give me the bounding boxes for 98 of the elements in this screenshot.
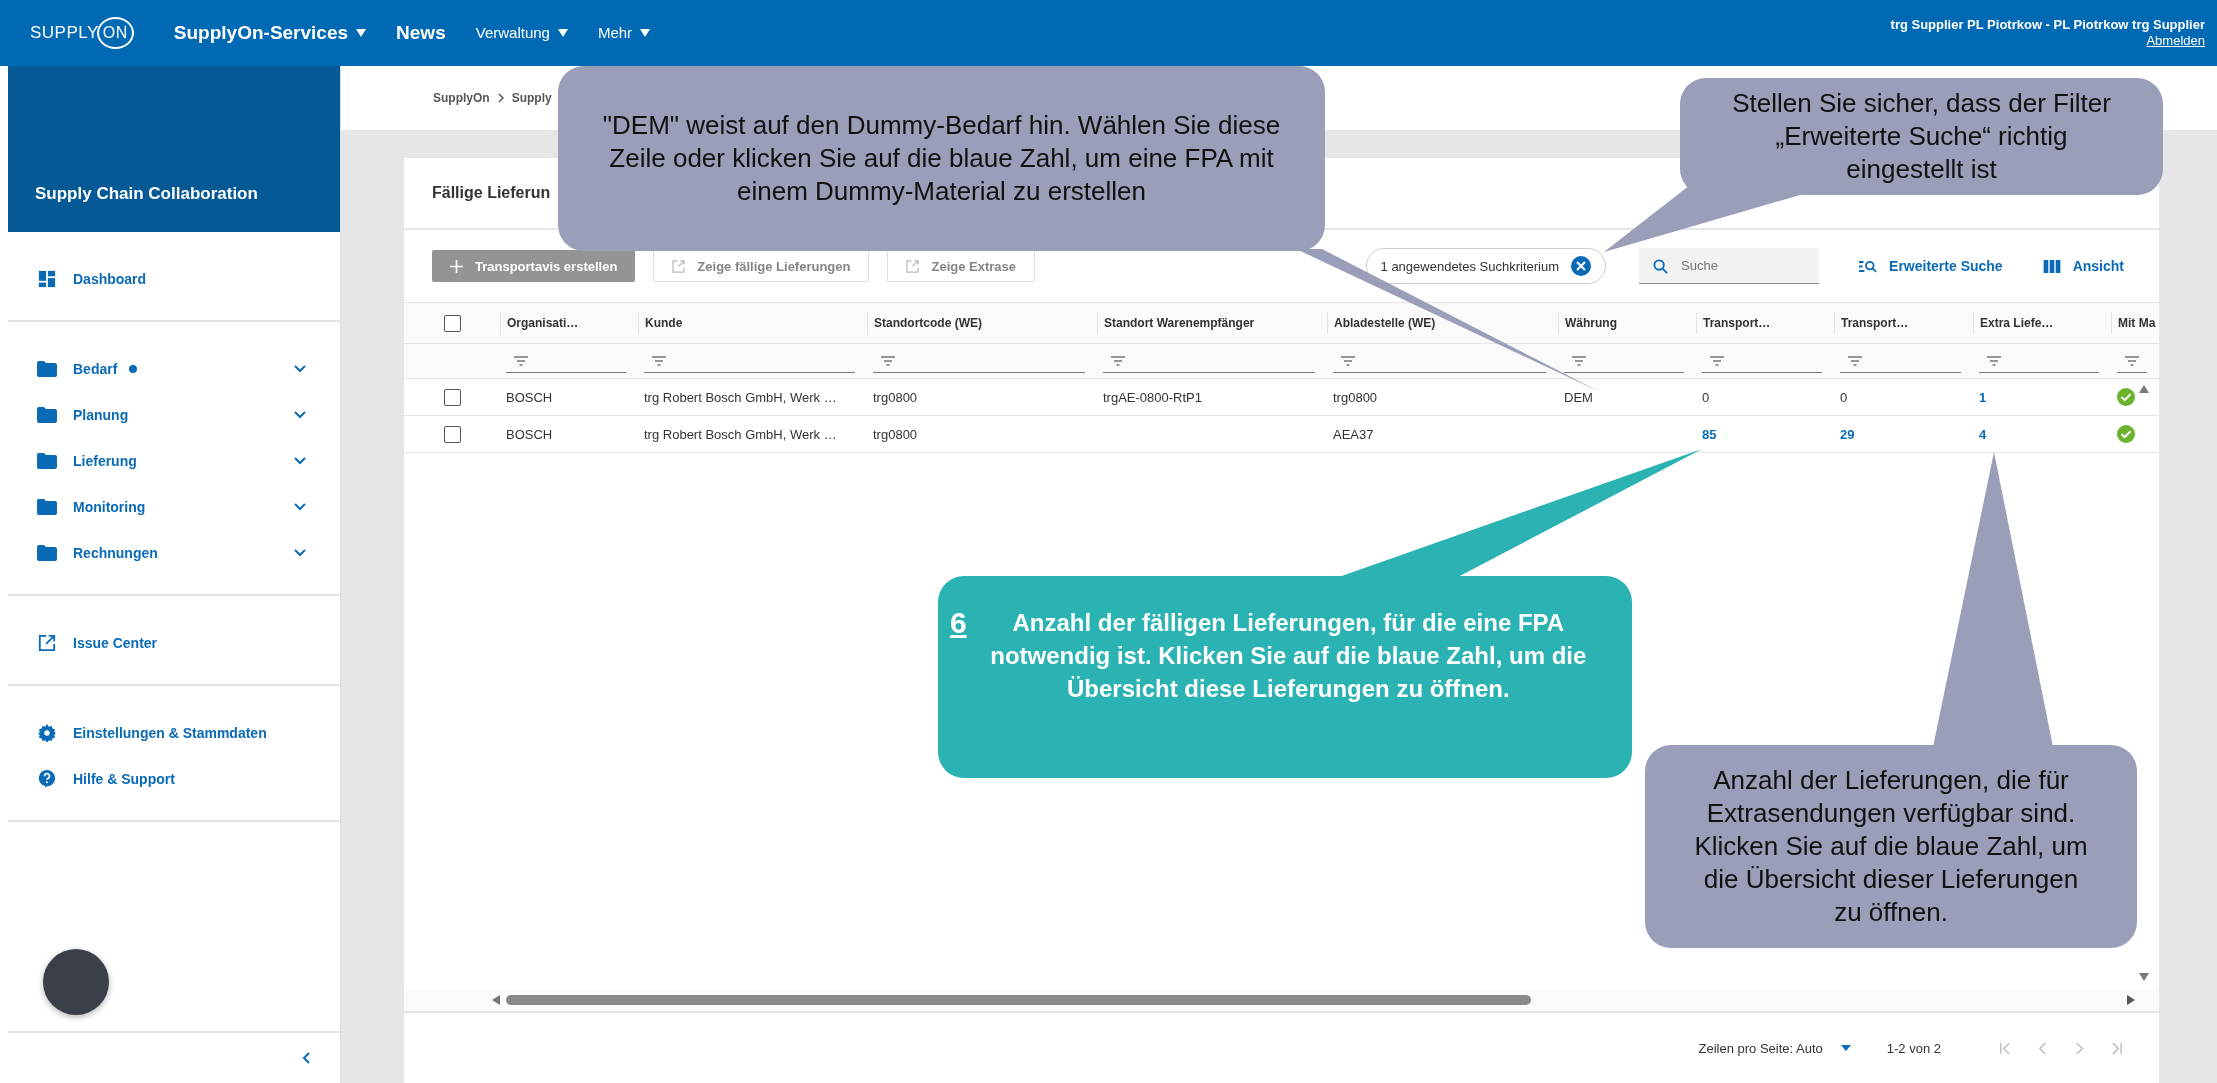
search-field[interactable]: Suche: [1639, 248, 1820, 284]
collapse-icon[interactable]: [302, 1052, 310, 1064]
toolbar-action[interactable]: Ansicht: [2042, 258, 2124, 274]
toolbar-action[interactable]: Erweiterte Suche: [1859, 258, 2003, 274]
folder-icon: [37, 406, 57, 424]
table-cell: trg0800: [1333, 389, 1378, 405]
logo[interactable]: SUPPLY ON: [30, 17, 134, 49]
filter-icon: [514, 355, 528, 366]
sidebar-item[interactable]: Hilfe & Support: [8, 756, 340, 802]
scroll-left-arrow-icon[interactable]: [492, 995, 500, 1005]
filter-icon: [881, 355, 895, 366]
menu-item[interactable]: News: [396, 19, 446, 47]
search-icon: [1653, 259, 1669, 274]
column-header[interactable]: Standort Warenempfänger: [1097, 312, 1327, 334]
table-cell: 0: [1702, 389, 1710, 405]
column-header[interactable]: Mit Ma: [2111, 312, 2159, 334]
table-cell: trg0800: [873, 389, 918, 405]
table-cell: AEA37: [1333, 426, 1374, 442]
count-link[interactable]: 4: [1979, 426, 1987, 442]
caret-icon: [557, 29, 568, 37]
sidebar-item[interactable]: Dashboard: [8, 256, 340, 302]
sidebar-title: Supply Chain Collaboration: [35, 184, 258, 204]
count-link[interactable]: 85: [1702, 426, 1717, 442]
user-name: trg Supplier PL Piotrkow - PL Piotrkow trg Supplier: [1890, 17, 2205, 33]
chevron-icon: [497, 93, 504, 103]
filter-icon: [1572, 355, 1586, 366]
sidebar-item[interactable]: Bedarf: [8, 346, 340, 392]
table-cell: trg0800: [873, 426, 918, 442]
avatar[interactable]: [43, 949, 109, 1015]
search-icon: [1859, 259, 1878, 273]
menu-item[interactable]: Mehr: [597, 19, 651, 47]
scroll-up-arrow-icon[interactable]: [2139, 385, 2149, 393]
column-header[interactable]: Transport…: [1696, 312, 1834, 334]
sidebar-item[interactable]: Planung: [8, 392, 340, 438]
filter-icon: [1710, 355, 1724, 366]
external-link-icon: [906, 259, 920, 273]
folder-icon: [37, 452, 57, 470]
table-row[interactable]: BOSCH trg Robert Bosch GmbH, Werk … trg0800 AEA37 85 29 4: [404, 416, 2159, 453]
count-link[interactable]: 29: [1840, 426, 1855, 442]
rows-per-page-label: Zeilen pro Seite: Auto: [1698, 1040, 1823, 1056]
menu-item[interactable]: SupplyOn-Services: [173, 19, 367, 47]
column-header[interactable]: Organisati…: [500, 312, 638, 334]
column-header[interactable]: Kunde: [638, 312, 867, 334]
table-cell: BOSCH: [506, 389, 553, 405]
columns-icon: [2042, 259, 2061, 273]
chip-label: 1 angewendetes Suchkriterium: [1380, 258, 1560, 274]
help-icon: [37, 770, 57, 788]
filter-icon: [1111, 355, 1125, 366]
page-range: 1-2 von 2: [1886, 1040, 1941, 1056]
sidebar-item[interactable]: Lieferung: [8, 438, 340, 484]
folder-icon: [37, 498, 57, 516]
row-checkbox[interactable]: [443, 388, 461, 406]
breadcrumb-link[interactable]: Supply: [511, 91, 552, 105]
scroll-right-arrow-icon[interactable]: [2127, 995, 2135, 1005]
column-header[interactable]: Extra Liefe…: [1973, 312, 2111, 334]
external-link-icon: [37, 634, 57, 652]
table-cell: trg Robert Bosch GmbH, Werk …: [644, 389, 837, 405]
filter-icon: [2125, 355, 2139, 366]
column-header[interactable]: Währung: [1558, 312, 1696, 334]
sidebar-item[interactable]: Rechnungen: [8, 530, 340, 576]
filter-icon: [1987, 355, 2001, 366]
plus-icon: [450, 259, 463, 273]
table-cell: BOSCH: [506, 426, 553, 442]
step-number: 6: [950, 606, 967, 639]
callout-text: Anzahl der fälligen Lieferungen, für die eine FPA notwendig ist. Klicken Sie auf die blaue Zahl, um die Übersicht diese Lieferungen zu öffnen.: [989, 608, 1588, 704]
filter-icon: [1848, 355, 1862, 366]
caret-icon[interactable]: [1840, 1045, 1851, 1051]
column-header[interactable]: Standortcode (WE): [867, 312, 1097, 334]
scrollbar-thumb[interactable]: [506, 995, 1531, 1005]
table-cell: DEM: [1564, 389, 1593, 405]
close-icon[interactable]: [1571, 256, 1592, 276]
count-link[interactable]: 1: [1979, 389, 1987, 405]
sidebar-item[interactable]: Einstellungen & Stammdaten: [8, 710, 340, 756]
filter-icon: [652, 355, 666, 366]
filter-icon: [1341, 355, 1355, 366]
external-link-icon: [672, 259, 686, 273]
column-header[interactable]: Transport…: [1834, 312, 1973, 334]
dashboard-icon: [37, 270, 57, 288]
breadcrumb-link[interactable]: SupplyOn: [433, 91, 490, 105]
caret-icon: [640, 29, 651, 37]
callout-text: Anzahl der Lieferungen, die für Extrasendungen verfügbar sind. Klicken Sie auf die blaue Zahl, um die Übersicht dieser Lieferungen zu öffnen.: [1693, 764, 2089, 929]
sidebar-item[interactable]: Issue Center: [8, 620, 340, 666]
logo-text: SUPPLY: [30, 23, 99, 43]
table-cell: trg Robert Bosch GmbH, Werk …: [644, 426, 837, 442]
folder-icon: [37, 360, 57, 378]
menu-item[interactable]: Verwaltung: [475, 19, 568, 47]
table-cell: 0: [1840, 389, 1848, 405]
table-cell: trgAE-0800-RtP1: [1103, 389, 1202, 405]
table-row[interactable]: BOSCH trg Robert Bosch GmbH, Werk … trg0800 trgAE-0800-RtP1 trg0800 DEM 0 0 1: [404, 379, 2159, 416]
row-checkbox[interactable]: [443, 425, 461, 443]
select-all-checkbox[interactable]: [443, 314, 461, 332]
scroll-down-arrow-icon[interactable]: [2139, 973, 2149, 981]
folder-icon: [37, 544, 57, 562]
horizontal-scrollbar[interactable]: [404, 989, 2159, 1013]
caret-icon: [356, 29, 367, 37]
sidebar-item[interactable]: Monitoring: [8, 484, 340, 530]
logout-link[interactable]: Abmelden: [2146, 33, 2205, 49]
settings-icon: [37, 724, 57, 742]
